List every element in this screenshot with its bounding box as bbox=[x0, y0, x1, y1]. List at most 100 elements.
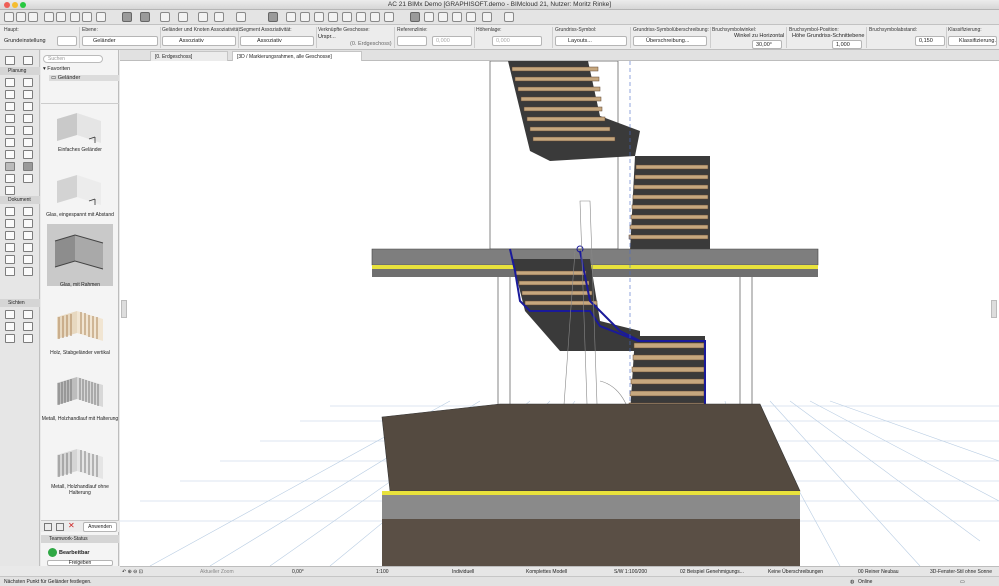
classification-button[interactable]: Klassifizierung... bbox=[948, 36, 997, 46]
line-tool-icon[interactable] bbox=[23, 231, 33, 240]
figure-tool-icon[interactable] bbox=[23, 255, 33, 264]
zone-tool-icon[interactable] bbox=[5, 150, 15, 159]
marquee-tool-icon[interactable] bbox=[23, 56, 33, 65]
print-icon[interactable] bbox=[28, 12, 38, 22]
renovation-filter-select[interactable]: 00 Reiner Neubau bbox=[858, 568, 899, 576]
arrow-select-icon[interactable] bbox=[122, 12, 132, 22]
layer-select[interactable]: Geländer bbox=[82, 36, 158, 46]
eyedropper-icon[interactable] bbox=[96, 12, 106, 22]
skylight-tool-icon[interactable] bbox=[23, 102, 33, 111]
railing-assoc-select[interactable]: Assoziativ bbox=[162, 36, 236, 46]
graphic-override-select[interactable]: 02 Beispiel Genehmigungs... bbox=[680, 568, 744, 576]
segment-assoc-select[interactable]: Assoziativ bbox=[240, 36, 314, 46]
undo-zoom-icon[interactable]: ↶ ⊕ ⊖ ⊡ bbox=[122, 568, 143, 576]
favorites-search-input[interactable]: Suchen bbox=[43, 55, 103, 63]
favorites-star-icon[interactable] bbox=[410, 12, 420, 22]
reference-offset-input[interactable]: 0,000 bbox=[432, 36, 472, 46]
tab-ground-floor[interactable]: [0. Erdgeschoss] bbox=[150, 51, 228, 61]
3d-view-icon[interactable] bbox=[424, 12, 434, 22]
layer-combination-select[interactable]: Individuell bbox=[452, 568, 474, 576]
beam-tool-icon[interactable] bbox=[5, 102, 15, 111]
arc-tool-icon[interactable] bbox=[5, 243, 15, 252]
railing-thumb-glass-frame[interactable] bbox=[49, 230, 111, 280]
fillet-icon[interactable] bbox=[328, 12, 338, 22]
plan-override-button[interactable]: Überschreibung... bbox=[633, 36, 707, 46]
dokument-header[interactable]: Dokument bbox=[0, 196, 40, 204]
sichten-header[interactable]: Sichten bbox=[0, 299, 40, 307]
tab-3d-view[interactable]: [3D / Markierungsrahmen, alle Geschosse] bbox=[232, 51, 362, 61]
3d-viewport[interactable]: [0. Erdgeschoss] [3D / Markierungsrahmen… bbox=[120, 50, 999, 566]
split-icon[interactable] bbox=[286, 12, 296, 22]
window-toggle-icon[interactable]: ▭ bbox=[960, 578, 965, 586]
reference-line-select[interactable] bbox=[397, 36, 427, 46]
morph-tool-icon[interactable] bbox=[5, 138, 15, 147]
pen-set-select[interactable]: S/W 1:100/200 bbox=[614, 568, 647, 576]
dimension-override-select[interactable]: Keine Überschreibungen bbox=[768, 568, 823, 576]
snap-icon[interactable] bbox=[160, 12, 170, 22]
arrow-tool-icon[interactable] bbox=[5, 56, 15, 65]
roof-tool-icon[interactable] bbox=[5, 126, 15, 135]
polyline-tool-icon[interactable] bbox=[5, 186, 15, 195]
open-icon[interactable] bbox=[4, 12, 14, 22]
adjust-icon[interactable] bbox=[300, 12, 310, 22]
grid-tool-icon[interactable] bbox=[23, 267, 33, 276]
elevation-tool-icon[interactable] bbox=[23, 310, 33, 319]
magnet-icon[interactable] bbox=[198, 12, 208, 22]
layer-icon[interactable] bbox=[214, 12, 224, 22]
railing-tool-icon[interactable] bbox=[23, 162, 33, 171]
save-icon[interactable] bbox=[16, 12, 26, 22]
break-position-input[interactable]: 1,000 bbox=[832, 40, 862, 49]
teamwork-icon[interactable] bbox=[504, 12, 514, 22]
offset-icon[interactable] bbox=[342, 12, 352, 22]
worksheet-tool-icon[interactable] bbox=[23, 322, 33, 331]
section-tool-icon[interactable] bbox=[5, 310, 15, 319]
door-tool-icon[interactable] bbox=[23, 78, 33, 87]
curtain-wall-tool-icon[interactable] bbox=[23, 114, 33, 123]
lamp-tool-icon[interactable] bbox=[5, 174, 15, 183]
layout-icon[interactable] bbox=[466, 12, 476, 22]
favorites-root[interactable]: ▾ Favoriten bbox=[43, 66, 70, 72]
redo-icon[interactable] bbox=[56, 12, 66, 22]
apply-favorite-button[interactable]: Anwenden bbox=[83, 522, 117, 532]
mirror-icon[interactable] bbox=[370, 12, 380, 22]
interior-elevation-tool-icon[interactable] bbox=[5, 322, 15, 331]
change-tool-icon[interactable] bbox=[23, 334, 33, 343]
rotate-icon[interactable] bbox=[356, 12, 366, 22]
elevation-input[interactable]: 0,000 bbox=[492, 36, 542, 46]
level-dimension-tool-icon[interactable] bbox=[23, 207, 33, 216]
plan-symbol-button[interactable]: Layouts... bbox=[555, 36, 627, 46]
new-folder-icon[interactable] bbox=[56, 523, 64, 531]
section-icon[interactable] bbox=[452, 12, 462, 22]
3d-style-select[interactable]: 3D-Fenster-Stil ohne Sonne bbox=[930, 568, 992, 576]
label-tool-icon[interactable] bbox=[23, 219, 33, 228]
geometry-method-icon[interactable] bbox=[140, 12, 150, 22]
teamwork-status-header[interactable]: Teamwork-Status bbox=[41, 535, 119, 543]
delete-favorite-icon[interactable]: ✕ bbox=[68, 521, 75, 530]
scale-select[interactable]: 1:100 bbox=[376, 568, 389, 576]
text-tool-icon[interactable] bbox=[5, 219, 15, 228]
undo-icon[interactable] bbox=[44, 12, 54, 22]
reserve-release-button[interactable]: Freigeben bbox=[47, 560, 113, 566]
left-panel-toggle[interactable] bbox=[121, 300, 127, 318]
break-distance-input[interactable]: 0,150 bbox=[915, 36, 945, 46]
cloud-icon[interactable] bbox=[482, 12, 492, 22]
pick-up-icon[interactable] bbox=[70, 12, 80, 22]
window-tool-icon[interactable] bbox=[23, 90, 33, 99]
3d-model-scene[interactable] bbox=[120, 61, 999, 566]
rotation-angle[interactable]: 0,00° bbox=[292, 568, 304, 576]
wall-tool-icon[interactable] bbox=[5, 78, 15, 87]
zoom-label[interactable]: Aktueller Zoom bbox=[200, 568, 234, 576]
object-tool-icon[interactable] bbox=[23, 138, 33, 147]
stair-tool-icon[interactable] bbox=[5, 162, 15, 171]
elevate-icon[interactable] bbox=[384, 12, 394, 22]
dimension-tool-icon[interactable] bbox=[5, 207, 15, 216]
planung-header[interactable]: Planung bbox=[0, 67, 40, 75]
lock-icon[interactable] bbox=[236, 12, 246, 22]
inject-icon[interactable] bbox=[82, 12, 92, 22]
railing-thumb-wood[interactable] bbox=[49, 304, 111, 354]
slab-tool-icon[interactable] bbox=[5, 114, 15, 123]
floor-plan-icon[interactable] bbox=[438, 12, 448, 22]
railing-settings-button[interactable] bbox=[57, 36, 77, 46]
linked-stories-origin[interactable]: Urspr... bbox=[318, 34, 336, 40]
detail-tool-icon[interactable] bbox=[5, 334, 15, 343]
